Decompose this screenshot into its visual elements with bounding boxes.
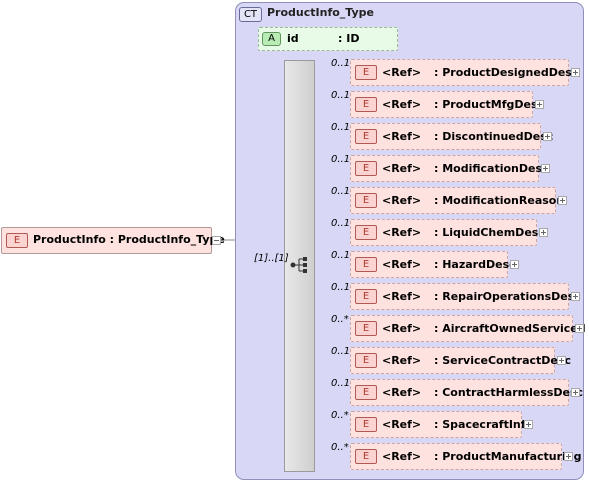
ref-label: <Ref> bbox=[382, 322, 422, 335]
expand-icon[interactable] bbox=[558, 196, 567, 205]
child-element-name: : SpacecraftInfo bbox=[434, 418, 534, 431]
child-element-name: : ProductMfgDesc bbox=[434, 98, 545, 111]
occurrence-label: 0..1 bbox=[331, 154, 351, 165]
occurrence-label: 0..1 bbox=[331, 250, 351, 261]
expand-icon[interactable] bbox=[535, 100, 544, 109]
expand-icon[interactable] bbox=[543, 132, 552, 141]
expand-icon[interactable] bbox=[557, 356, 566, 365]
occurrence-label: 0..1 bbox=[331, 58, 351, 69]
ref-label: <Ref> bbox=[382, 290, 422, 303]
element-badge: E bbox=[355, 449, 377, 464]
child-element-name: : HazardDesc bbox=[434, 258, 516, 271]
element-badge: E bbox=[355, 321, 377, 336]
ref-label: <Ref> bbox=[382, 98, 422, 111]
ref-label: <Ref> bbox=[382, 386, 422, 399]
child-element-name: : DiscontinuedDesc bbox=[434, 130, 554, 143]
occurrence-label: 0..1 bbox=[331, 282, 351, 293]
ref-label: <Ref> bbox=[382, 258, 422, 271]
ref-label: <Ref> bbox=[382, 226, 422, 239]
child-element-name: : LiquidChemDesc bbox=[434, 226, 545, 239]
occurrence-label: 0..1 bbox=[331, 122, 351, 133]
complex-type-badge: CT bbox=[239, 7, 262, 22]
child-element-name: : ServiceContractDesc bbox=[434, 354, 571, 367]
complex-type-name: ProductInfo_Type bbox=[267, 6, 374, 19]
element-badge: E bbox=[355, 289, 377, 304]
child-element-name: : AircraftOwnedServiced bbox=[434, 322, 586, 335]
expand-icon[interactable] bbox=[571, 68, 580, 77]
ref-label: <Ref> bbox=[382, 162, 422, 175]
collapse-icon[interactable] bbox=[212, 236, 221, 245]
expand-icon[interactable] bbox=[524, 420, 533, 429]
occurrence-label: 0..1 bbox=[331, 218, 351, 229]
ref-label: <Ref> bbox=[382, 354, 422, 367]
child-element-name: : RepairOperationsDesc bbox=[434, 290, 581, 303]
ref-label: <Ref> bbox=[382, 418, 422, 431]
expand-icon[interactable] bbox=[539, 228, 548, 237]
expand-icon[interactable] bbox=[575, 324, 584, 333]
attribute-type: : ID bbox=[338, 32, 360, 45]
attribute-badge: A bbox=[262, 32, 281, 46]
element-badge: E bbox=[355, 385, 377, 400]
element-badge: E bbox=[355, 225, 377, 240]
occurrence-label: 0..* bbox=[331, 442, 349, 453]
element-badge: E bbox=[355, 97, 377, 112]
child-element-name: : ContractHarmlessDesc bbox=[434, 386, 584, 399]
element-badge: E bbox=[6, 233, 28, 248]
occurrence-label: 0..1 bbox=[331, 186, 351, 197]
expand-icon[interactable] bbox=[541, 164, 550, 173]
occurrence-label: 0..* bbox=[331, 410, 349, 421]
expand-icon[interactable] bbox=[510, 260, 519, 269]
occurrence-label: 0..1 bbox=[331, 90, 351, 101]
child-element-name: : ModificationReason bbox=[434, 194, 565, 207]
element-badge: E bbox=[355, 129, 377, 144]
child-element-name: : ModificationDesc bbox=[434, 162, 549, 175]
element-badge: E bbox=[355, 65, 377, 80]
element-badge: E bbox=[355, 257, 377, 272]
element-badge: E bbox=[355, 353, 377, 368]
attribute-name: id bbox=[287, 32, 299, 45]
expand-icon[interactable] bbox=[571, 388, 580, 397]
element-badge: E bbox=[355, 193, 377, 208]
element-badge: E bbox=[355, 161, 377, 176]
occurrence-label: 0..1 bbox=[331, 378, 351, 389]
ref-label: <Ref> bbox=[382, 450, 422, 463]
ref-label: <Ref> bbox=[382, 66, 422, 79]
occurrence-label: 0..1 bbox=[331, 346, 351, 357]
ref-label: <Ref> bbox=[382, 194, 422, 207]
root-element-label: ProductInfo : ProductInfo_Type bbox=[33, 233, 225, 246]
expand-icon[interactable] bbox=[571, 292, 580, 301]
expand-icon[interactable] bbox=[564, 452, 573, 461]
child-element-name: : ProductDesignedDesc bbox=[434, 66, 579, 79]
root-occurrence: [1]..[1] bbox=[254, 253, 289, 264]
child-element-name: : ProductManufacturing bbox=[434, 450, 582, 463]
sequence-icon bbox=[290, 257, 307, 273]
element-badge: E bbox=[355, 417, 377, 432]
ref-label: <Ref> bbox=[382, 130, 422, 143]
occurrence-label: 0..* bbox=[331, 314, 349, 325]
